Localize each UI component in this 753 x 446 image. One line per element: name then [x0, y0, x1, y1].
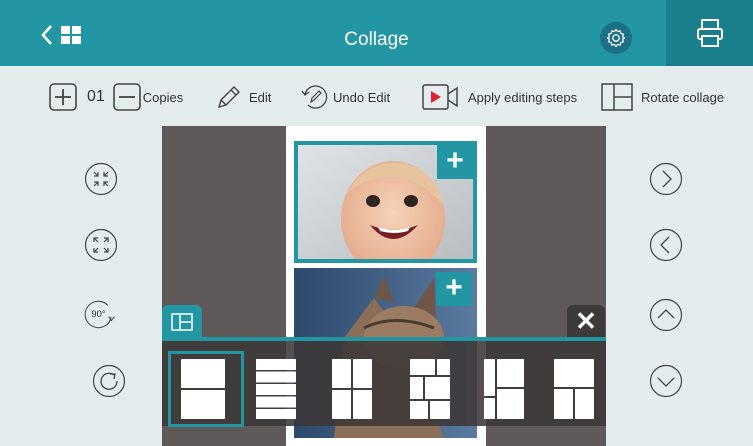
print-button[interactable]: [666, 0, 753, 66]
layout-two-stacked: [181, 359, 225, 419]
pencil-icon: [217, 86, 240, 109]
add-photo-button[interactable]: +: [437, 145, 473, 179]
printer-icon: [696, 19, 723, 47]
layout-option-5[interactable]: [484, 359, 524, 419]
move-down-button[interactable]: [649, 364, 683, 398]
close-panel-button[interactable]: ✕: [567, 305, 605, 337]
apply-editing-steps-button[interactable]: Apply editing steps: [422, 82, 577, 112]
gear-icon: [606, 28, 626, 48]
minus-box-icon[interactable]: [112, 83, 141, 111]
collage-layout-icon: [601, 83, 633, 111]
layout-four-grid: [332, 359, 372, 419]
shrink-arrows-icon: [84, 162, 118, 196]
layout-option-2[interactable]: [256, 359, 296, 419]
photo-slot-1[interactable]: +: [294, 141, 477, 263]
rotate-90-icon: 90°: [84, 300, 115, 329]
rotate-collage-label: Rotate collage: [641, 89, 725, 105]
layout-panel: [162, 341, 606, 427]
layout-option-1[interactable]: [168, 351, 244, 427]
add-photo-button[interactable]: +: [436, 272, 472, 306]
undo-edit-icon: [301, 85, 328, 109]
close-icon: ✕: [575, 306, 597, 336]
layout-panel-tab[interactable]: [162, 305, 202, 338]
layout-column-split: [484, 359, 524, 419]
rotate-collage-button[interactable]: Rotate collage: [601, 82, 724, 112]
refresh-icon: [92, 364, 126, 398]
chevron-left-icon: [649, 228, 683, 262]
copies-count: 01: [87, 88, 105, 105]
layout-option-6[interactable]: [554, 359, 594, 419]
layout-option-3[interactable]: [332, 359, 372, 419]
chevron-up-icon: [649, 298, 683, 332]
copies-label: Copies: [142, 89, 184, 105]
zoom-in-button[interactable]: [84, 162, 118, 196]
apply-editing-label: Apply editing steps: [468, 89, 578, 105]
expand-arrows-icon: [84, 228, 118, 262]
rotate-90-label: 90°: [91, 309, 105, 319]
plus-box-icon[interactable]: [49, 83, 77, 111]
edit-button[interactable]: Edit: [214, 82, 271, 112]
zoom-out-button[interactable]: [84, 228, 118, 262]
layout-option-4[interactable]: [410, 359, 450, 419]
video-play-icon: [422, 84, 458, 110]
undo-edit-button[interactable]: Undo Edit: [300, 82, 390, 112]
rotate-90-button[interactable]: 90°: [84, 296, 118, 330]
previous-button[interactable]: [649, 228, 683, 262]
collage-layout-icon: [171, 312, 193, 331]
edit-label: Edit: [249, 89, 272, 105]
toolbar: 01 Copies Edit Undo Edit Apply editing s…: [0, 66, 753, 126]
chevron-down-icon: [649, 364, 683, 398]
app-header: Collage: [0, 0, 753, 66]
layout-mixed-grid: [410, 359, 450, 419]
layout-top-and-two: [554, 359, 594, 419]
copies-control: 01 Copies: [49, 82, 183, 112]
reset-rotation-button[interactable]: [92, 364, 126, 398]
move-up-button[interactable]: [649, 298, 683, 332]
settings-button[interactable]: [600, 22, 632, 54]
layout-five-rows: [256, 359, 296, 419]
page-title: Collage: [344, 29, 409, 50]
next-button[interactable]: [649, 162, 683, 196]
undo-edit-label: Undo Edit: [333, 89, 391, 105]
chevron-right-icon: [649, 162, 683, 196]
